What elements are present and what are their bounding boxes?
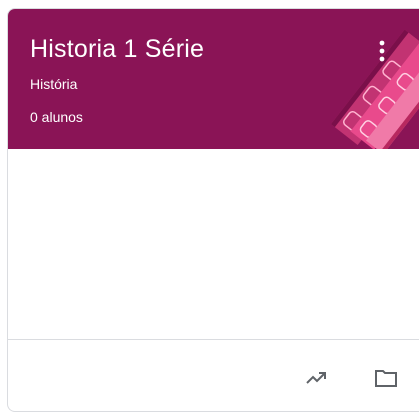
student-count: 0 alunos	[30, 109, 83, 125]
class-card-footer	[8, 339, 419, 411]
more-vert-icon	[379, 40, 385, 62]
class-title[interactable]: Historia 1 Série	[30, 35, 204, 64]
class-drive-folder-button[interactable]	[368, 360, 404, 396]
class-card[interactable]: Historia 1 Série História 0 alunos	[7, 8, 419, 412]
folder-icon	[375, 370, 397, 387]
class-card-header[interactable]: Historia 1 Série História 0 alunos	[8, 9, 419, 149]
gradebook-button[interactable]	[298, 360, 334, 396]
class-card-body	[8, 149, 419, 339]
class-section: História	[30, 76, 78, 92]
trending-up-icon	[306, 372, 326, 384]
more-options-button[interactable]	[370, 35, 394, 67]
